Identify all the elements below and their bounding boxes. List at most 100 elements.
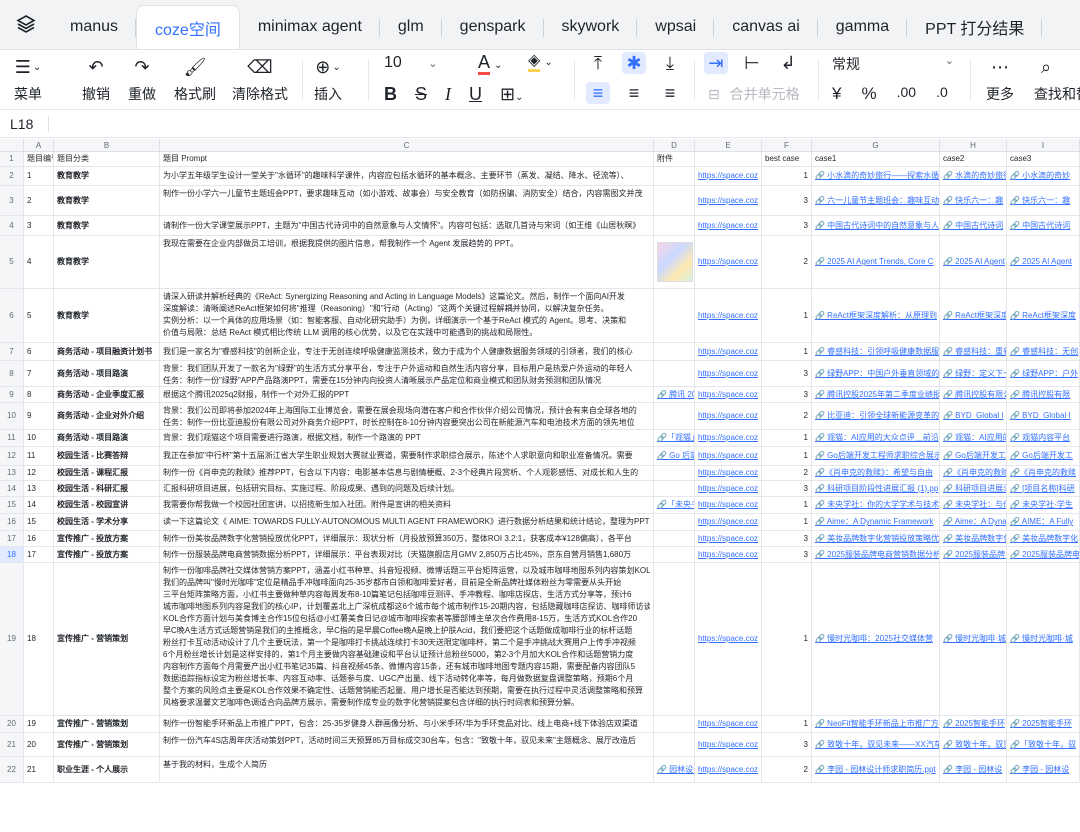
insert-button[interactable]: ⊕ ⌄ 插入 [314,56,342,104]
cell-prompt[interactable]: 我现在需要在企业内部做员工培训，根据我提供的图片信息，帮我制作一个 Agent … [160,236,654,288]
wrap-text-icon[interactable]: ↲ [776,52,800,74]
cell-case1[interactable]: 🔗 腾讯控股2025年第二季度业绩报告 [812,387,940,402]
cell-link[interactable]: https://space.coz [695,216,762,235]
strikethrough-icon[interactable]: S [415,84,427,105]
cell-best-case[interactable]: 3 [762,733,812,756]
tab-9[interactable]: PPT 打分结果 [907,5,1043,49]
merge-cells-button[interactable]: ⊟ 合并单元格 [708,84,800,104]
tab-8[interactable]: gamma [818,5,908,49]
cell-case3[interactable]: 🔗 睿感科技：无创 [1007,343,1080,360]
cell-attachment[interactable] [654,361,695,386]
cell-case2[interactable]: 🔗 BYD_Global I [940,403,1007,429]
cell-case2[interactable]: 🔗 快乐六一：趣 [940,186,1007,215]
tab-5[interactable]: skywork [544,5,638,49]
cell-case3[interactable]: 🔗 慢时光咖啡·城 [1007,563,1080,715]
cell-case1[interactable]: 🔗《肖申克的救赎》：希望与自由 [812,466,940,480]
cell-case3[interactable]: 🔗 观猫内容平台 [1007,430,1080,446]
cell-best-case[interactable]: 1 [762,716,812,732]
cell-case2[interactable]: 🔗 睿感科技：重新 [940,343,1007,360]
cell-id[interactable]: 7 [24,361,54,386]
cell-link[interactable]: https://space.coz [695,481,762,496]
cell-case3[interactable]: 🔗 美妆品牌数字化 [1007,531,1080,546]
column-header[interactable]: I [1007,139,1080,152]
cell-category[interactable]: 校园生活 - 学术分享 [54,514,160,530]
underline-icon[interactable]: U [469,84,482,105]
cell-case1[interactable]: 🔗 2025 AI Agent Trends, Core C [812,236,940,288]
cell-case1[interactable]: 🔗 慢时光咖啡：2025社交媒体营 [812,563,940,715]
cell-attachment[interactable] [654,481,695,496]
cell-best-case[interactable]: 2 [762,757,812,782]
cell-prompt[interactable]: 背景：我们公司即将参加2024年上海国际工业博览会，需要在展会现场向潜在客户和合… [160,403,654,429]
cell-attachment[interactable] [654,236,695,288]
cell-best-case[interactable]: 1 [762,447,812,465]
cell-case1[interactable]: 🔗 美妆品牌数字化营销投放策略优 [812,531,940,546]
cell-link[interactable]: https://space.coz [695,447,762,465]
cell-case1[interactable]: 🔗 2025服装品牌电商营销数据分析 [812,547,940,562]
cell-case1[interactable]: 🔗 NeoFit智能手环新品上市推广方 [812,716,940,732]
cell-case3[interactable]: 🔗 绿野APP：户外 [1007,361,1080,386]
cell-case2[interactable]: 🔗 绿野：定义下一 [940,361,1007,386]
cell-id[interactable]: 11 [24,447,54,465]
cell-category[interactable]: 校园生活 - 课程汇报 [54,466,160,480]
cell-case3[interactable]: 🔗 小水滴的奇妙 [1007,167,1080,185]
cell-id[interactable]: 12 [24,466,54,480]
cell-case1[interactable]: 🔗 睿感科技：引领呼吸健康数据服务 [812,343,940,360]
cell-category[interactable]: 教育教学 [54,186,160,215]
cell-case3[interactable]: 🔗 Go后端开发工 [1007,447,1080,465]
cell-best-case[interactable]: 1 [762,514,812,530]
cell-case2[interactable]: 🔗 美妆品牌数字化 [940,531,1007,546]
row-number[interactable]: 8 [0,361,24,386]
cell-link[interactable]: https://space.coz [695,343,762,360]
cell-case1[interactable]: 🔗 比亚迪：引领全球新能源变革的 [812,403,940,429]
cell-case1[interactable]: 🔗 李园 - 园林设计师求职简历.ppt [812,757,940,782]
column-header[interactable]: H [940,139,1007,152]
font-color-button[interactable]: A ⌄ [478,52,502,75]
cell-attachment[interactable]: 🔗「未央书 [654,497,695,513]
cell-id[interactable]: 21 [24,757,54,782]
tab-7[interactable]: canvas ai [714,5,818,49]
cell-case3[interactable]: 🔗 [项目名称]科研 [1007,481,1080,496]
cell-case3[interactable]: 🔗 中国古代诗词 [1007,216,1080,235]
cell-attachment[interactable] [654,186,695,215]
cell-prompt[interactable]: 背景：我们团队开发了一款名为"绿野"的生活方式分享平台，专注于户外运动和自然生活… [160,361,654,386]
cell-best-case[interactable]: 3 [762,361,812,386]
cell-best-case[interactable]: 2 [762,403,812,429]
cell-category[interactable]: 教育教学 [54,236,160,288]
cell-best-case[interactable]: 1 [762,497,812,513]
cell-prompt[interactable]: 制作一份小学六一儿童节主题班会PPT，要求趣味互动（如小游戏、故事会）与安全教育… [160,186,654,215]
redo-button[interactable]: ↷ 重做 [128,56,156,104]
attachment-image-thumbnail[interactable] [657,242,693,282]
cell-link[interactable]: https://space.coz [695,430,762,446]
row-number[interactable]: 11 [0,430,24,446]
cell-case2[interactable]: 🔗 慢时光咖啡·城 [940,563,1007,715]
cell-case2[interactable]: 🔗 致敬十年，驭见 [940,733,1007,756]
column-header[interactable]: F [762,139,812,152]
cell-case1[interactable]: 🔗 致敬十年，驭见未来——XX汽车 [812,733,940,756]
number-format-select[interactable]: 常规 ⌄ [832,54,954,74]
cell-prompt[interactable]: 读一下这篇论文《 AIME: TOWARDS FULLY-AUTONOMOUS … [160,514,654,530]
cell-case1[interactable]: 🔗 绿野APP：中国户外垂直领域的 [812,361,940,386]
row-number[interactable]: 14 [0,481,24,496]
column-header[interactable]: B [54,139,160,152]
cell-case2[interactable]: 🔗 Go后端开发工 [940,447,1007,465]
cell-prompt[interactable]: 我正在参加"中行杯"第十五届浙江省大学生职业规划大赛就业赛道，需要制作求职综合展… [160,447,654,465]
row-number[interactable]: 16 [0,514,24,530]
tab-4[interactable]: genspark [442,5,544,49]
tab-3[interactable]: glm [380,5,442,49]
cell-category[interactable]: 教育教学 [54,216,160,235]
row-number[interactable]: 22 [0,757,24,782]
align-top-icon[interactable]: ⤒ [586,52,610,74]
row-number[interactable]: 19 [0,563,24,715]
cell-case1[interactable]: 🔗 科研项目阶段性进展汇报 (1).pp [812,481,940,496]
column-header[interactable]: A [24,139,54,152]
fill-color-button[interactable]: ◈ ⌄ [528,52,553,72]
cell-attachment[interactable] [654,563,695,715]
header-cell-e[interactable] [695,152,762,166]
undo-button[interactable]: ↶ 撤销 [82,56,110,104]
cell-category[interactable]: 校园生活 - 校园宣讲 [54,497,160,513]
cell-id[interactable]: 19 [24,716,54,732]
cell-id[interactable]: 2 [24,186,54,215]
cell-case2[interactable]: 🔗 科研项目进展汇 [940,481,1007,496]
select-all-corner[interactable] [0,139,24,152]
cell-category[interactable]: 职业生涯 - 个人展示 [54,757,160,782]
